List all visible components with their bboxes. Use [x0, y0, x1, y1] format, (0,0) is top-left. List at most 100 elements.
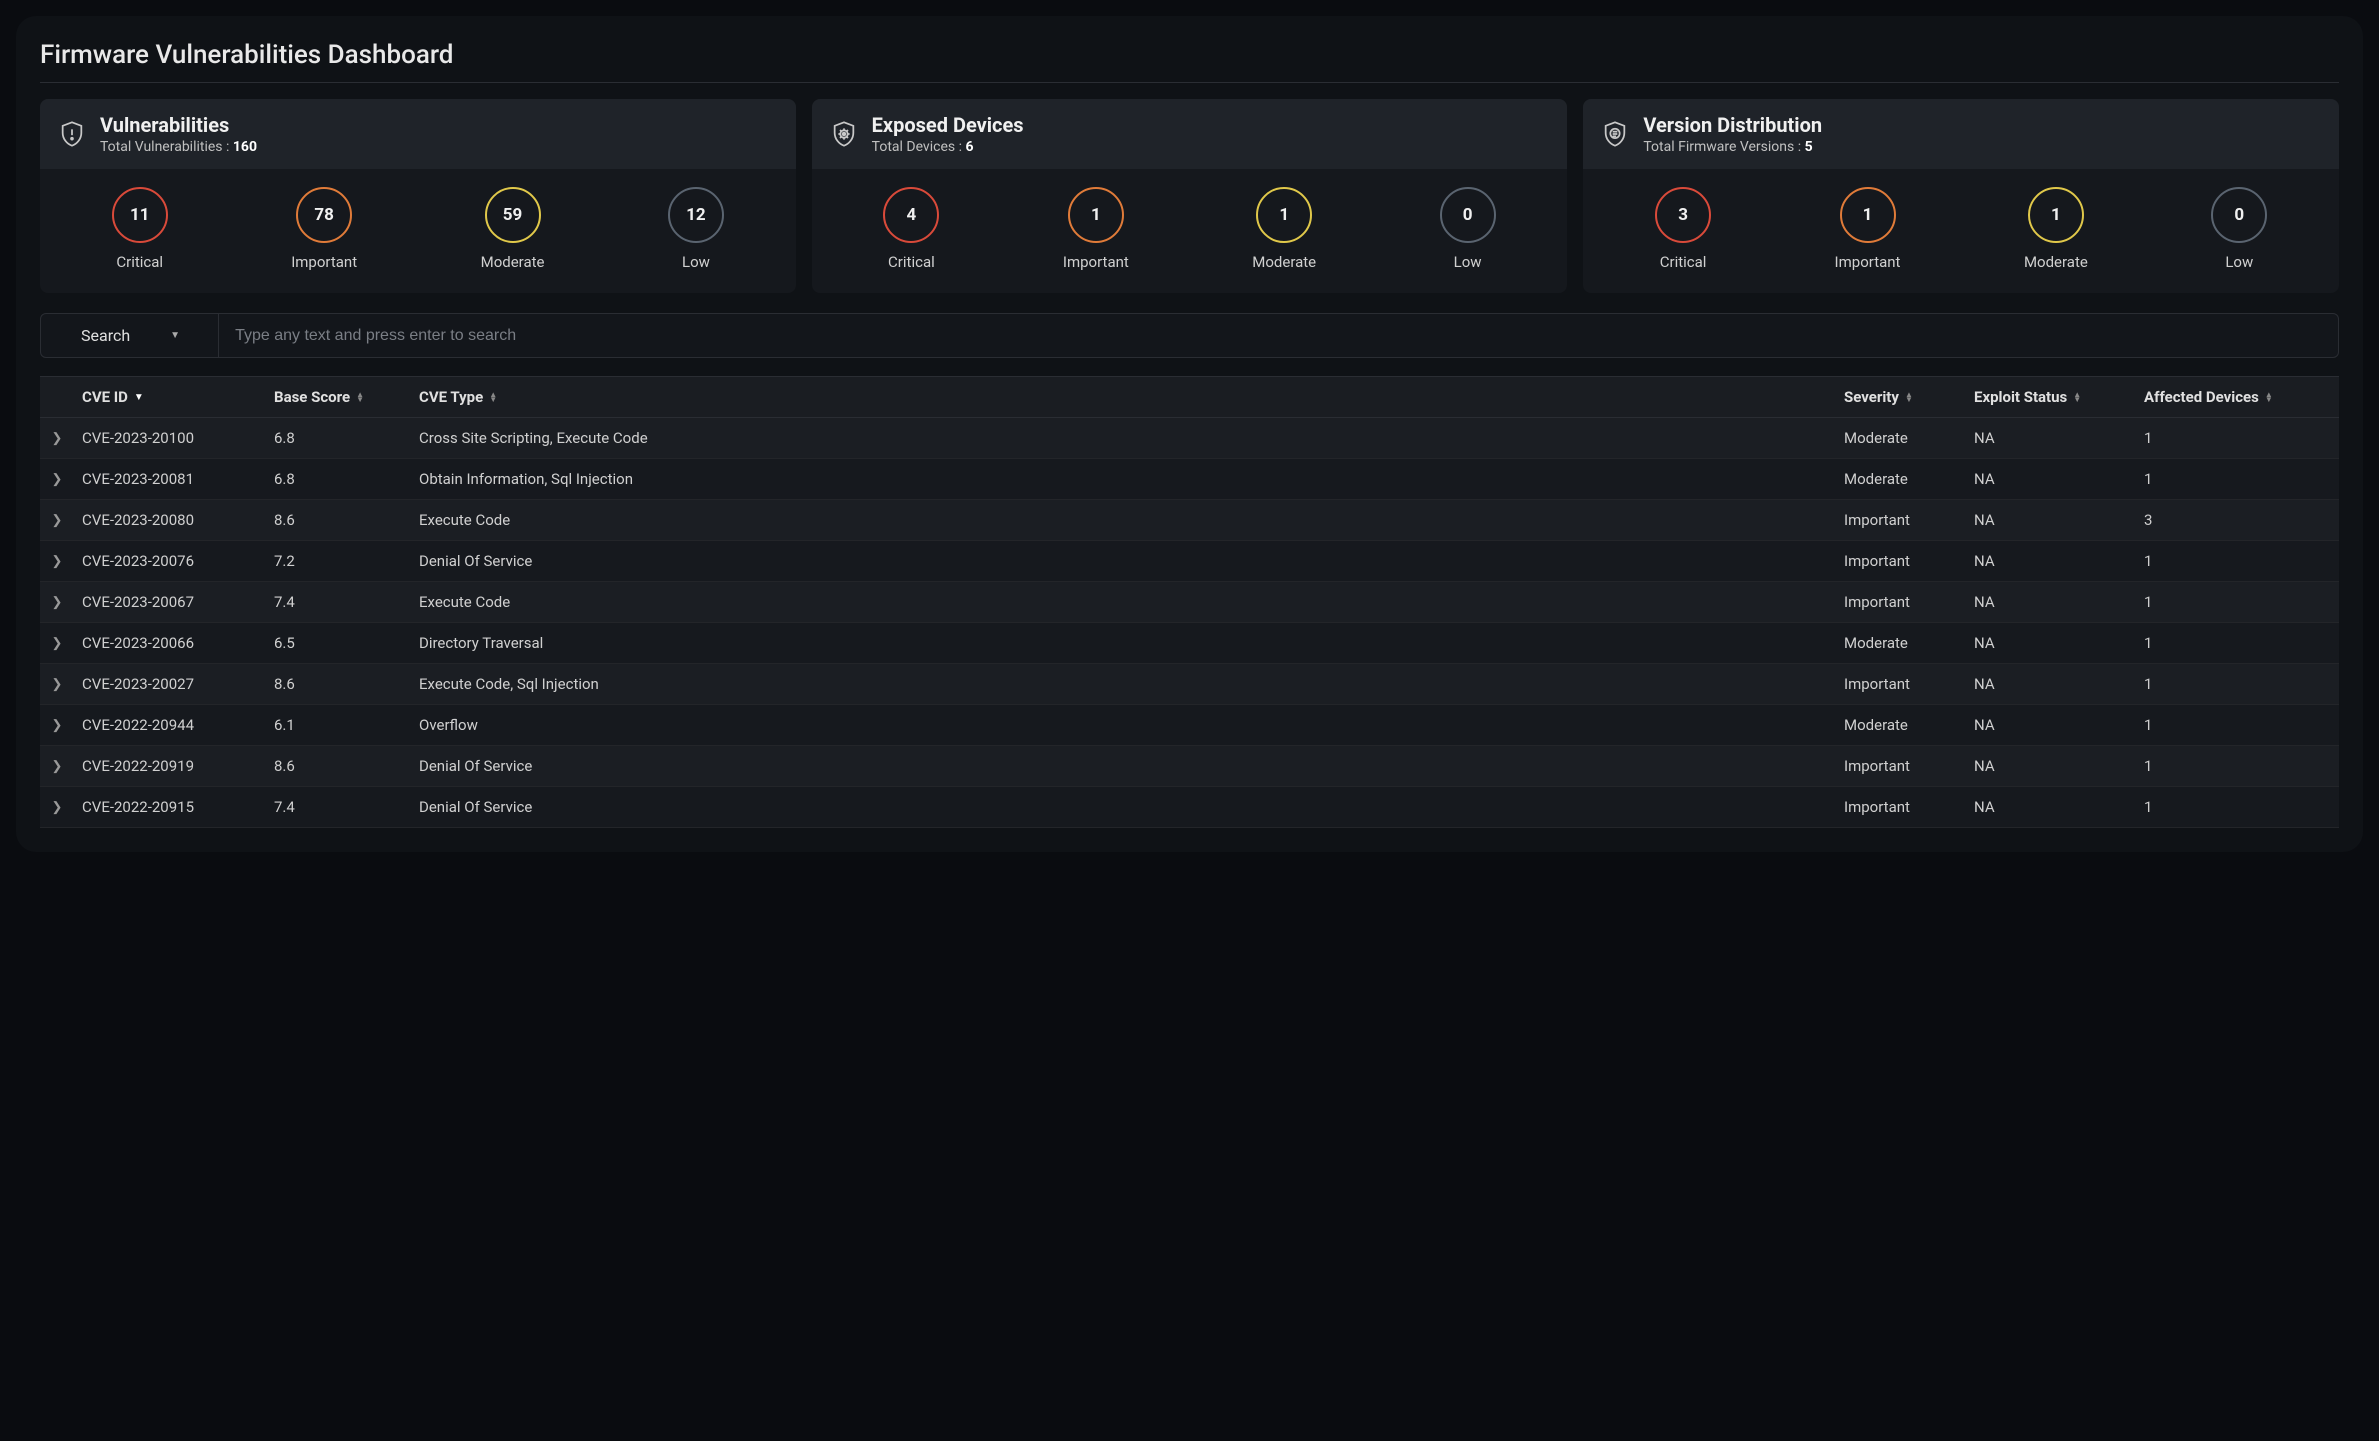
column-cve-type[interactable]: CVE Type ▲▼	[419, 388, 1844, 406]
exposed-devices-card: Exposed Devices Total Devices : 6 4 Crit…	[812, 99, 1568, 293]
cell-cve-id: CVE-2022-20919	[74, 757, 274, 775]
cell-cve-type: Directory Traversal	[419, 634, 1844, 652]
table-row[interactable]: ❯CVE-2022-209198.6Denial Of ServiceImpor…	[40, 746, 2339, 787]
summary-cards-row: Vulnerabilities Total Vulnerabilities : …	[40, 99, 2339, 293]
table-body: ❯CVE-2023-201006.8Cross Site Scripting, …	[40, 418, 2339, 828]
stat-label: Critical	[888, 253, 935, 271]
cell-severity: Important	[1844, 798, 1974, 816]
card-title: Exposed Devices	[872, 113, 1024, 137]
subtitle-value: 6	[965, 139, 973, 155]
column-exploit-status[interactable]: Exploit Status ▲▼	[1974, 388, 2144, 406]
stat-value: 3	[1655, 187, 1711, 243]
table-row[interactable]: ❯CVE-2023-200767.2Denial Of ServiceImpor…	[40, 541, 2339, 582]
cell-base-score: 6.1	[274, 716, 419, 734]
subtitle-label: Total Devices :	[872, 139, 966, 155]
stat-low[interactable]: 0 Low	[2211, 187, 2267, 271]
cell-cve-id: CVE-2022-20915	[74, 798, 274, 816]
stat-important[interactable]: 1 Important	[1063, 187, 1129, 271]
stat-label: Moderate	[2024, 253, 2088, 271]
cell-exploit-status: NA	[1974, 552, 2144, 570]
cell-cve-type: Execute Code, Sql Injection	[419, 675, 1844, 693]
cell-affected-devices: 1	[2144, 634, 2339, 652]
cell-exploit-status: NA	[1974, 634, 2144, 652]
cell-affected-devices: 1	[2144, 675, 2339, 693]
cell-base-score: 7.4	[274, 593, 419, 611]
cell-base-score: 7.4	[274, 798, 419, 816]
shield-bug-icon	[830, 120, 858, 148]
cell-exploit-status: NA	[1974, 593, 2144, 611]
expand-row-icon[interactable]: ❯	[40, 431, 74, 446]
column-affected-devices[interactable]: Affected Devices ▲▼	[2144, 388, 2339, 406]
card-header: Vulnerabilities Total Vulnerabilities : …	[40, 99, 796, 169]
cell-severity: Moderate	[1844, 470, 1974, 488]
table-row[interactable]: ❯CVE-2022-209446.1OverflowModerateNA1	[40, 705, 2339, 746]
vulnerabilities-table: CVE ID ▼ Base Score ▲▼ CVE Type ▲▼ Sever…	[40, 376, 2339, 828]
stat-important[interactable]: 78 Important	[291, 187, 357, 271]
cell-base-score: 6.8	[274, 429, 419, 447]
column-severity[interactable]: Severity ▲▼	[1844, 388, 1974, 406]
shield-list-icon	[1601, 120, 1629, 148]
stat-moderate[interactable]: 1 Moderate	[1252, 187, 1316, 271]
sort-icon: ▲▼	[1905, 392, 1913, 402]
stat-critical[interactable]: 11 Critical	[112, 187, 168, 271]
expand-row-icon[interactable]: ❯	[40, 472, 74, 487]
cell-severity: Important	[1844, 511, 1974, 529]
card-header: Exposed Devices Total Devices : 6	[812, 99, 1568, 169]
table-row[interactable]: ❯CVE-2023-200816.8Obtain Information, Sq…	[40, 459, 2339, 500]
cell-affected-devices: 1	[2144, 716, 2339, 734]
table-row[interactable]: ❯CVE-2023-200808.6Execute CodeImportantN…	[40, 500, 2339, 541]
subtitle-label: Total Firmware Versions :	[1643, 139, 1804, 155]
expand-row-icon[interactable]: ❯	[40, 800, 74, 815]
expand-row-icon[interactable]: ❯	[40, 636, 74, 651]
version-distribution-card: Version Distribution Total Firmware Vers…	[1583, 99, 2339, 293]
header-label: Base Score	[274, 388, 350, 406]
firmware-dashboard: Firmware Vulnerabilities Dashboard Vulne…	[16, 16, 2363, 852]
card-body: 4 Critical 1 Important 1 Moderate 0 Low	[812, 169, 1568, 293]
cell-cve-id: CVE-2023-20027	[74, 675, 274, 693]
stat-moderate[interactable]: 1 Moderate	[2024, 187, 2088, 271]
stat-critical[interactable]: 3 Critical	[1655, 187, 1711, 271]
card-title: Version Distribution	[1643, 113, 1822, 137]
cell-affected-devices: 3	[2144, 511, 2339, 529]
expand-row-icon[interactable]: ❯	[40, 595, 74, 610]
table-row[interactable]: ❯CVE-2023-200666.5Directory TraversalMod…	[40, 623, 2339, 664]
stat-value: 59	[485, 187, 541, 243]
chevron-down-icon: ▼	[170, 330, 180, 341]
table-row[interactable]: ❯CVE-2023-200278.6Execute Code, Sql Inje…	[40, 664, 2339, 705]
column-base-score[interactable]: Base Score ▲▼	[274, 388, 419, 406]
column-cve-id[interactable]: CVE ID ▼	[74, 388, 274, 406]
stat-low[interactable]: 12 Low	[668, 187, 724, 271]
stat-value: 1	[2028, 187, 2084, 243]
cell-affected-devices: 1	[2144, 470, 2339, 488]
stat-value: 78	[296, 187, 352, 243]
expand-row-icon[interactable]: ❯	[40, 759, 74, 774]
expand-row-icon[interactable]: ❯	[40, 718, 74, 733]
stat-low[interactable]: 0 Low	[1440, 187, 1496, 271]
stat-value: 1	[1256, 187, 1312, 243]
stat-important[interactable]: 1 Important	[1835, 187, 1901, 271]
table-row[interactable]: ❯CVE-2023-201006.8Cross Site Scripting, …	[40, 418, 2339, 459]
cell-exploit-status: NA	[1974, 675, 2144, 693]
expand-row-icon[interactable]: ❯	[40, 677, 74, 692]
stat-label: Low	[682, 253, 710, 271]
sort-icon: ▲▼	[489, 392, 497, 402]
stat-value: 0	[2211, 187, 2267, 243]
cell-affected-devices: 1	[2144, 757, 2339, 775]
card-body: 11 Critical 78 Important 59 Moderate 12 …	[40, 169, 796, 293]
cell-base-score: 6.8	[274, 470, 419, 488]
stat-label: Important	[291, 253, 357, 271]
cell-severity: Moderate	[1844, 634, 1974, 652]
table-row[interactable]: ❯CVE-2023-200677.4Execute CodeImportantN…	[40, 582, 2339, 623]
header-label: Affected Devices	[2144, 388, 2259, 406]
cell-base-score: 7.2	[274, 552, 419, 570]
expand-row-icon[interactable]: ❯	[40, 554, 74, 569]
stat-value: 4	[883, 187, 939, 243]
stat-value: 12	[668, 187, 724, 243]
search-mode-select[interactable]: Search ▼	[41, 314, 219, 357]
search-input[interactable]	[219, 314, 2338, 357]
stat-moderate[interactable]: 59 Moderate	[481, 187, 545, 271]
table-row[interactable]: ❯CVE-2022-209157.4Denial Of ServiceImpor…	[40, 787, 2339, 828]
header-label: CVE Type	[419, 388, 483, 406]
stat-critical[interactable]: 4 Critical	[883, 187, 939, 271]
expand-row-icon[interactable]: ❯	[40, 513, 74, 528]
